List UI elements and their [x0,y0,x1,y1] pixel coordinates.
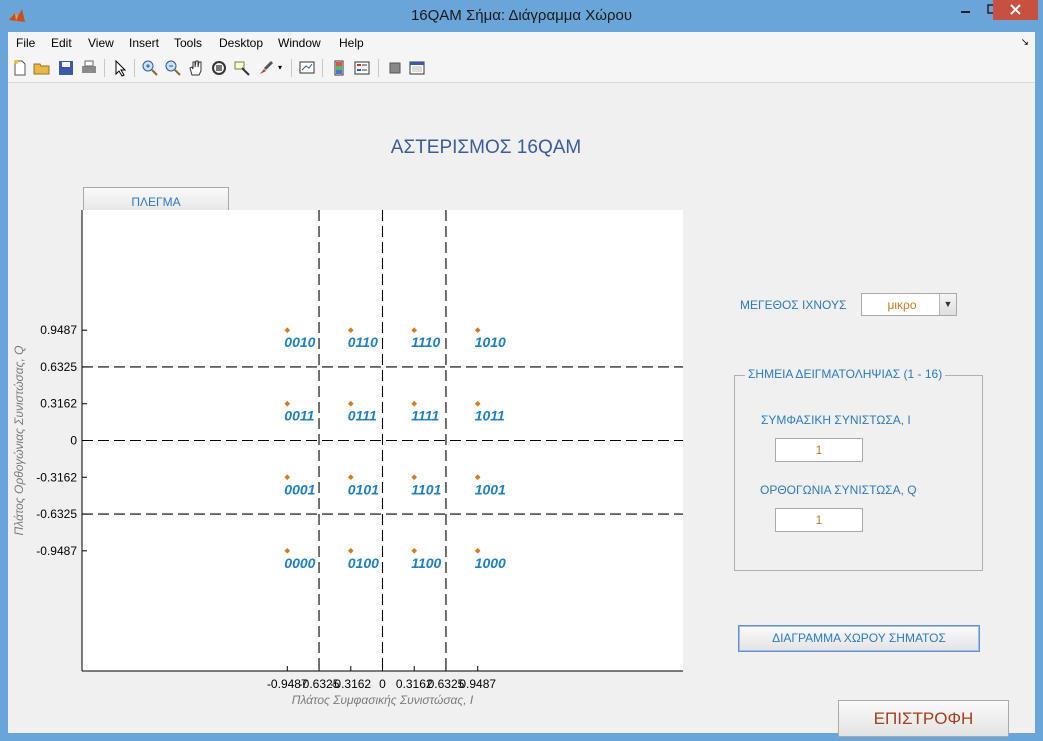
zoom-in-icon[interactable] [141,59,159,77]
menu-help[interactable]: Help [339,36,364,50]
open-file-icon[interactable] [33,59,51,77]
sampling-points-panel: ΣΗΜΕΙΑ ΔΕΙΓΜΑΤΟΛΗΨΙΑΣ (1 - 16) ΣΥΜΦΑΣΙΚΗ… [734,367,983,571]
constellation-point-label: 0111 [348,408,377,424]
x-axis-label: Πλάτος Συμφασικής Συνιστώσας, I [292,693,474,707]
brush-dropdown-icon[interactable]: ▾ [278,63,286,81]
y-tick-label: -0.3162 [36,470,77,484]
inphase-input[interactable]: 1 [775,438,863,462]
hide-plot-tools-icon[interactable] [386,59,404,77]
y-tick-label: 0.9487 [40,323,77,337]
menu-bar: File Edit View Insert Tools Desktop Wind… [8,32,1035,54]
constellation-point-label: 1000 [475,555,506,571]
brush-icon[interactable] [257,59,275,77]
menu-view[interactable]: View [88,36,114,50]
constellation-point-label: 1111 [411,408,439,424]
y-axis-label: Πλάτος Ορθογώνιας Συνιστώσας, Q [12,346,26,536]
y-tick-label: -0.6325 [36,507,77,521]
colorbar-icon[interactable] [330,59,348,77]
link-plot-icon[interactable] [298,59,316,77]
data-cursor-icon[interactable] [233,59,251,77]
close-button[interactable] [993,0,1038,20]
window-title: 16QAM Σήμα: Διάγραμμα Χώρου [410,7,633,24]
quadrature-input[interactable]: 1 [775,508,863,532]
toolbar-separator [104,59,105,77]
toolbar-separator [291,59,292,77]
menu-edit[interactable]: Edit [51,36,72,50]
constellation-point-label: 0101 [348,481,379,497]
quadrature-label: ΟΡΘΟΓΩΝΙΑ ΣΥΝΙΣΤΩΣΑ, Q [760,483,917,497]
client-area: File Edit View Insert Tools Desktop Wind… [8,32,1035,737]
pan-hand-icon[interactable] [187,59,205,77]
toolbar-separator [378,59,379,77]
menu-file[interactable]: File [16,36,35,50]
signal-space-diagram-button[interactable]: ΔΙΑΓΡΑΜΜΑ ΧΩΡΟΥ ΣΗΜΑΤΟΣ [738,625,980,652]
x-tick-label: 0 [379,677,386,691]
figure-area: ΑΣΤΕΡΙΣΜΟΣ 16QAM ΠΛΕΓΜΑ -0.9487 -0.6325 -0… [8,83,1035,737]
constellation-point-label: 0100 [348,555,379,571]
constellation-point-label: 0110 [348,334,378,350]
y-tick-label: -0.9487 [36,544,77,558]
constellation-point-label: 0011 [284,408,314,424]
pointer-icon[interactable] [111,59,129,77]
dock-arrow-icon[interactable]: ↘ [1021,37,1029,48]
menu-desktop[interactable]: Desktop [219,36,263,50]
save-icon[interactable] [57,59,75,77]
y-tick-label: 0.3162 [40,397,77,411]
toolbar-separator [322,59,323,77]
zoom-out-icon[interactable] [164,59,182,77]
minimize-button[interactable] [953,0,978,20]
toolbar: ▾ [8,54,1035,83]
constellation-point-label: 1110 [411,334,440,350]
toolbar-separator [134,59,135,77]
trace-size-label: ΜΕΓΕΘΟΣ ΙΧΝΟΥΣ [740,298,847,312]
constellation-point-label: 0010 [284,334,315,350]
constellation-point-label: 1011 [475,408,505,424]
menu-window[interactable]: Window [278,36,321,50]
title-bar[interactable]: 16QAM Σήμα: Διάγραμμα Χώρου [0,0,1043,32]
constellation-point-label: 1010 [475,334,506,350]
legend-icon[interactable] [353,59,371,77]
constellation-point-label: 1100 [411,555,441,571]
y-tick-label: 0 [70,434,77,448]
application-window: 16QAM Σήμα: Διάγραμμα Χώρου File Edit Vi… [0,0,1043,741]
panel-title: ΣΗΜΕΙΑ ΔΕΙΓΜΑΤΟΛΗΨΙΑΣ (1 - 16) [745,367,946,381]
constellation-point-label: 0000 [284,555,315,571]
show-plot-tools-icon[interactable] [408,59,426,77]
menu-tools[interactable]: Tools [174,36,202,50]
constellation-point-label: 1001 [475,481,506,497]
menu-insert[interactable]: Insert [129,36,159,50]
constellation-point-label: 1101 [411,481,441,497]
new-figure-icon[interactable] [11,59,29,77]
back-button[interactable]: ΕΠΙΣΤΡΟΦΗ [838,700,1009,737]
trace-size-select[interactable]: μικρο ▼ [861,293,957,316]
print-icon[interactable] [80,59,98,77]
trace-size-value: μικρο [887,298,917,312]
x-tick-label: -0.3162 [330,677,371,691]
y-tick-label: 0.6325 [40,360,77,374]
constellation-point-label: 0001 [284,481,315,497]
chevron-down-icon[interactable]: ▼ [939,294,956,315]
inphase-label: ΣΥΜΦΑΣΙΚΗ ΣΥΝΙΣΤΩΣΑ, I [761,413,911,427]
rotate-3d-icon[interactable] [210,59,228,77]
x-tick-label: 0.9487 [459,677,496,691]
